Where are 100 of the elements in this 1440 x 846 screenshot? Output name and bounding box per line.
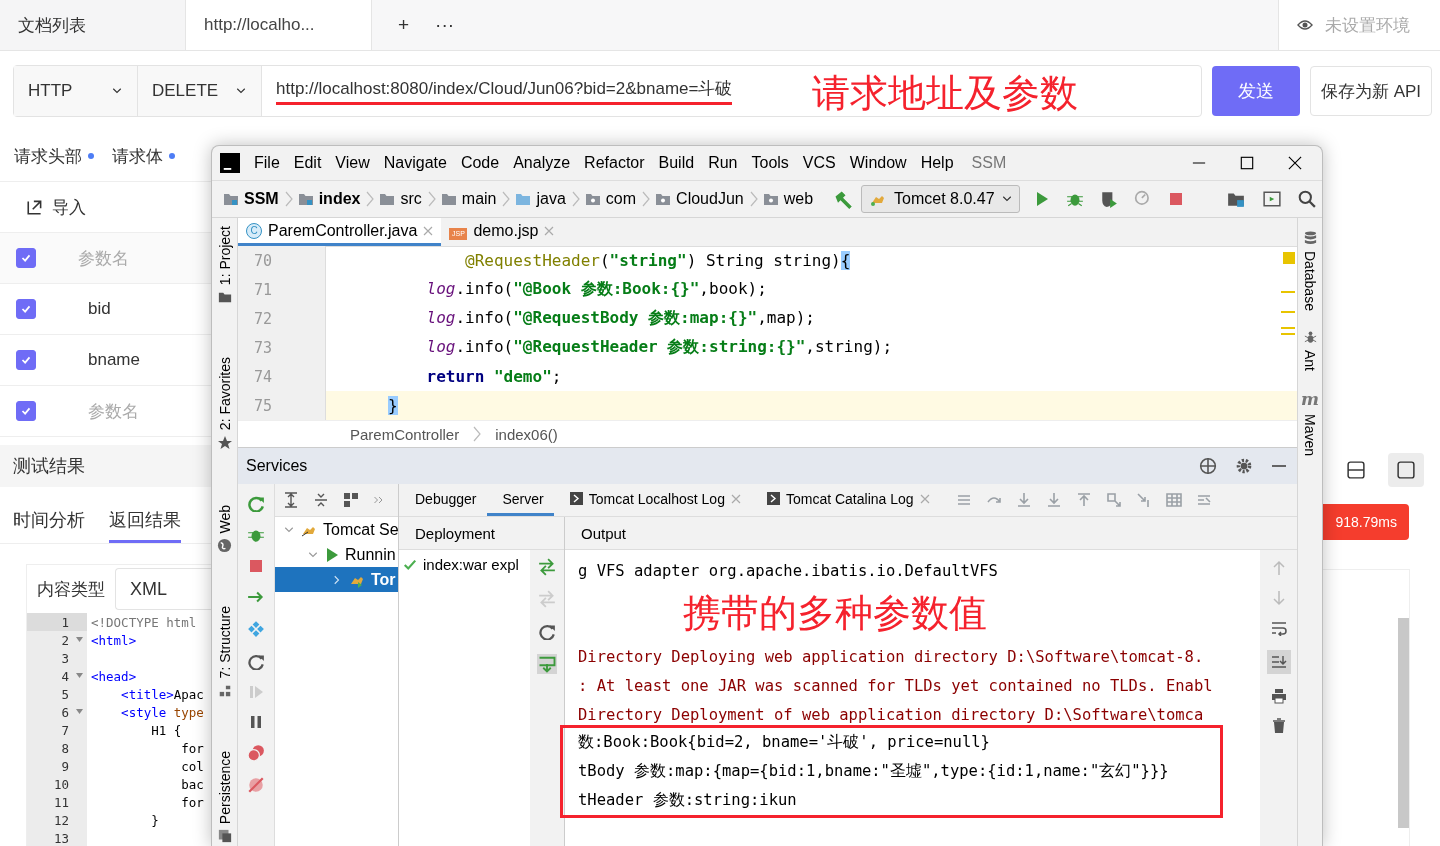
menu-item[interactable]: VCS bbox=[802, 154, 836, 172]
tree-item[interactable]: Runnin bbox=[275, 542, 398, 567]
stop-icon[interactable] bbox=[248, 558, 264, 574]
step-out-icon[interactable] bbox=[1075, 492, 1092, 508]
menu-item[interactable]: Build bbox=[658, 154, 695, 172]
service-tab[interactable]: Debugger bbox=[399, 484, 487, 516]
request-tab[interactable]: 请求头部 bbox=[14, 144, 94, 168]
tool-window-tab[interactable]: 2: Favorites bbox=[216, 357, 233, 431]
deployment-item[interactable]: index:war expl bbox=[399, 556, 530, 573]
maximize-icon[interactable] bbox=[1240, 156, 1254, 170]
soft-wrap-icon[interactable] bbox=[1270, 620, 1287, 636]
collapse-all-icon[interactable] bbox=[313, 492, 329, 508]
single-layout-button[interactable] bbox=[1388, 453, 1424, 487]
breadcrumb[interactable]: main bbox=[439, 190, 497, 208]
force-step-into-icon[interactable] bbox=[1045, 492, 1062, 508]
import-link[interactable]: 导入 bbox=[52, 195, 86, 219]
gauge-icon[interactable] bbox=[1133, 190, 1152, 208]
terminal-icon[interactable] bbox=[1261, 190, 1282, 208]
breadcrumb[interactable]: java bbox=[514, 190, 566, 208]
result-tab[interactable]: 返回结果 bbox=[109, 508, 181, 543]
scroll-to-end-icon[interactable] bbox=[1266, 650, 1291, 674]
breadcrumb[interactable]: SSM bbox=[222, 190, 279, 208]
import-icon[interactable] bbox=[26, 198, 44, 216]
document-tab[interactable]: http://localho... bbox=[186, 0, 372, 50]
pause-icon[interactable] bbox=[248, 714, 264, 730]
print-icon[interactable] bbox=[1270, 688, 1287, 704]
menu-item[interactable]: View bbox=[335, 154, 370, 172]
shield-icon[interactable] bbox=[1099, 190, 1118, 208]
fold-icon[interactable] bbox=[76, 709, 83, 714]
stop-icon[interactable] bbox=[1167, 191, 1184, 207]
more-button[interactable]: ··· bbox=[435, 14, 455, 36]
checkbox[interactable] bbox=[16, 350, 36, 370]
chevrons-icon[interactable] bbox=[373, 494, 385, 506]
menu-item[interactable]: Tools bbox=[751, 154, 789, 172]
save-api-button[interactable]: 保存为新 API bbox=[1310, 66, 1432, 116]
result-tab[interactable]: 时间分析 bbox=[13, 508, 85, 543]
app-logo-icon[interactable] bbox=[220, 153, 240, 173]
crosshair-icon[interactable] bbox=[1199, 457, 1217, 475]
refresh-icon[interactable] bbox=[247, 652, 265, 670]
code-breadcrumb[interactable]: index06() bbox=[495, 425, 558, 443]
menu-item[interactable]: Refactor bbox=[584, 154, 645, 172]
rerun-icon[interactable] bbox=[247, 494, 265, 512]
checkbox[interactable] bbox=[16, 299, 36, 319]
table-icon[interactable] bbox=[1165, 492, 1182, 508]
close-icon[interactable] bbox=[1288, 156, 1302, 170]
param-name[interactable]: bid bbox=[88, 299, 111, 319]
mute-breakpoints-icon[interactable] bbox=[247, 776, 265, 794]
persistence-icon[interactable] bbox=[217, 829, 232, 843]
deploy-icon[interactable] bbox=[538, 558, 556, 576]
step-into-icon[interactable] bbox=[1015, 492, 1032, 508]
tree-item[interactable]: Tomcat Se bbox=[275, 517, 398, 542]
fold-icon[interactable] bbox=[76, 673, 83, 678]
warning-marker-icon[interactable] bbox=[1283, 252, 1295, 264]
settings-icon[interactable] bbox=[1235, 457, 1253, 475]
menu-item[interactable]: Run bbox=[708, 154, 738, 172]
editor-tab[interactable]: C ParemController.java bbox=[238, 218, 442, 246]
drop-frame-icon[interactable] bbox=[1105, 492, 1122, 508]
search-icon[interactable] bbox=[1297, 190, 1316, 208]
tool-window-tab[interactable]: Web bbox=[216, 504, 233, 534]
ant-icon[interactable] bbox=[1302, 328, 1318, 345]
tool-window-tab[interactable]: Persistence bbox=[216, 750, 233, 824]
trash-icon[interactable] bbox=[1270, 718, 1287, 734]
menu-item[interactable]: Edit bbox=[293, 154, 322, 172]
checkbox[interactable] bbox=[16, 401, 36, 421]
breadcrumb[interactable]: index bbox=[296, 190, 361, 208]
add-tab-button[interactable]: + bbox=[398, 14, 410, 36]
play-icon[interactable] bbox=[324, 546, 340, 563]
tool-window-tab[interactable]: Maven bbox=[1302, 413, 1318, 456]
refresh-icon[interactable] bbox=[538, 622, 556, 640]
tool-window-tab[interactable]: Ant bbox=[1302, 349, 1318, 371]
run-to-cursor-icon[interactable] bbox=[1135, 492, 1152, 508]
breadcrumb[interactable]: src bbox=[378, 190, 422, 208]
tree-item[interactable]: Tor bbox=[275, 567, 398, 592]
arrow-down-icon[interactable] bbox=[1270, 590, 1287, 606]
param-name[interactable]: bname bbox=[88, 350, 140, 370]
database-icon[interactable] bbox=[1302, 230, 1318, 246]
menu-item[interactable]: Analyze bbox=[513, 154, 571, 172]
code-breadcrumb[interactable]: ParemController bbox=[350, 425, 460, 443]
service-tab[interactable]: Tomcat Catalina Log bbox=[750, 484, 940, 516]
menu-item[interactable]: File bbox=[254, 154, 280, 172]
structure-icon[interactable] bbox=[217, 683, 232, 698]
hammer-icon[interactable] bbox=[833, 189, 854, 209]
scrollbar[interactable] bbox=[1398, 618, 1409, 828]
tool-window-tab[interactable]: 1: Project bbox=[216, 226, 233, 286]
project-structure-icon[interactable] bbox=[1225, 190, 1246, 208]
menu-item[interactable]: Window bbox=[849, 154, 907, 172]
globe-icon[interactable] bbox=[217, 538, 232, 554]
diamond-icon[interactable] bbox=[247, 620, 265, 638]
fold-icon[interactable] bbox=[76, 637, 83, 642]
settings-list-icon[interactable] bbox=[1195, 492, 1212, 508]
breadcrumb[interactable]: web bbox=[761, 190, 814, 208]
send-button[interactable]: 发送 bbox=[1212, 66, 1300, 116]
update-icon[interactable] bbox=[537, 654, 557, 674]
tool-window-tab[interactable]: Database bbox=[1302, 251, 1318, 311]
breadcrumb[interactable]: CloudJun bbox=[654, 190, 744, 208]
expand-all-icon[interactable] bbox=[283, 492, 299, 508]
breadcrumb[interactable]: com bbox=[583, 190, 637, 208]
run-config-select[interactable]: Tomcet 8.0.47 bbox=[861, 185, 1020, 213]
folder-icon[interactable] bbox=[217, 290, 232, 305]
menu-item[interactable]: Navigate bbox=[383, 154, 447, 172]
